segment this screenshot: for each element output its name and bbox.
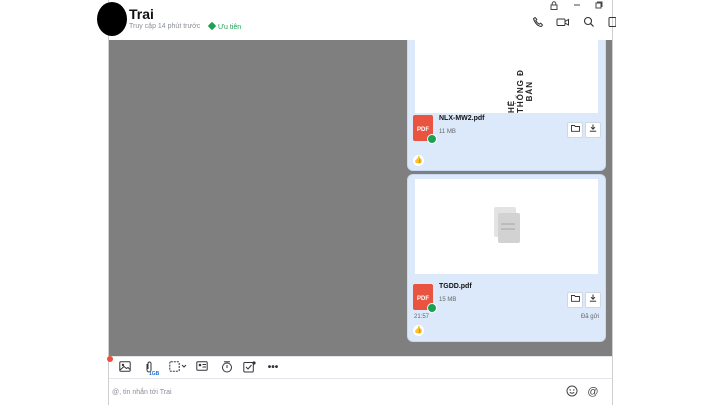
lock-icon[interactable] [550,1,558,12]
like-icon[interactable]: 👍 [413,155,424,166]
file-name[interactable]: TGDD.pdf [439,283,472,290]
priority-tag[interactable]: Ưu tiên [207,21,242,31]
file-message[interactable]: HỆ THỐNG Đ BẢN PDF NLX-MW2.pdf 11 MB 👍 [407,40,606,171]
check-icon [427,134,437,144]
file-size: 11 MB [439,129,456,135]
pdf-icon: PDF [413,115,437,144]
contact-name[interactable]: Trai [129,6,154,22]
sidebar-icon[interactable] [605,16,619,30]
call-icon[interactable] [531,16,545,30]
video-icon[interactable] [556,16,570,30]
open-folder-button[interactable] [567,292,583,308]
file-name[interactable]: NLX-MW2.pdf [439,115,485,122]
message-status: Đã gửi [580,314,599,320]
download-button[interactable] [585,292,601,308]
file-size: 15 MB [439,297,457,303]
message-area[interactable]: HỆ THỐNG Đ BẢN PDF NLX-MW2.pdf 11 MB 👍 P… [109,40,612,356]
priority-tag-label: Ưu tiên [218,24,242,31]
last-seen-status: Truy cập 14 phút trước [129,23,201,30]
attach-file-icon[interactable]: 1GB [142,361,159,377]
message-input[interactable]: @, tin nhắn tới Trai [112,389,172,396]
preview-text: BẢN [525,81,534,102]
chat-header: Trai Truy cập 14 phút trước Ưu tiên [97,0,617,41]
file-preview[interactable] [415,179,598,274]
like-icon[interactable]: 👍 [413,325,424,336]
minimize-icon[interactable] [573,1,581,11]
message-input-bar[interactable]: @, tin nhắn tới Trai @ [109,378,612,406]
search-icon[interactable] [582,16,596,30]
notification-dot [107,356,113,362]
avatar[interactable] [97,2,127,36]
file-placeholder-icon [494,207,520,243]
screenshot-icon[interactable] [168,361,188,375]
open-folder-button[interactable] [567,122,583,138]
download-button[interactable] [585,122,601,138]
tag-icon [207,21,217,31]
file-preview[interactable]: HỆ THỐNG Đ BẢN [415,40,598,113]
composer-toolbar: 1GB ••• [107,356,612,379]
window-border-right [612,0,613,405]
contact-card-icon[interactable] [195,361,209,375]
image-icon[interactable] [118,361,132,375]
check-icon [427,303,437,313]
more-icon[interactable]: ••• [264,361,282,375]
file-message[interactable]: PDF TGDD.pdf 15 MB 21:57 Đã gửi 👍 [407,174,606,342]
task-icon[interactable] [242,361,256,375]
reminder-icon[interactable] [220,361,234,375]
pdf-icon: PDF [413,284,437,313]
mention-icon[interactable]: @ [586,385,600,399]
window-icon[interactable] [595,1,603,11]
preview-text: HỆ THỐNG Đ [507,69,525,113]
message-time: 21:57 [414,314,430,320]
emoji-icon[interactable] [565,385,579,399]
